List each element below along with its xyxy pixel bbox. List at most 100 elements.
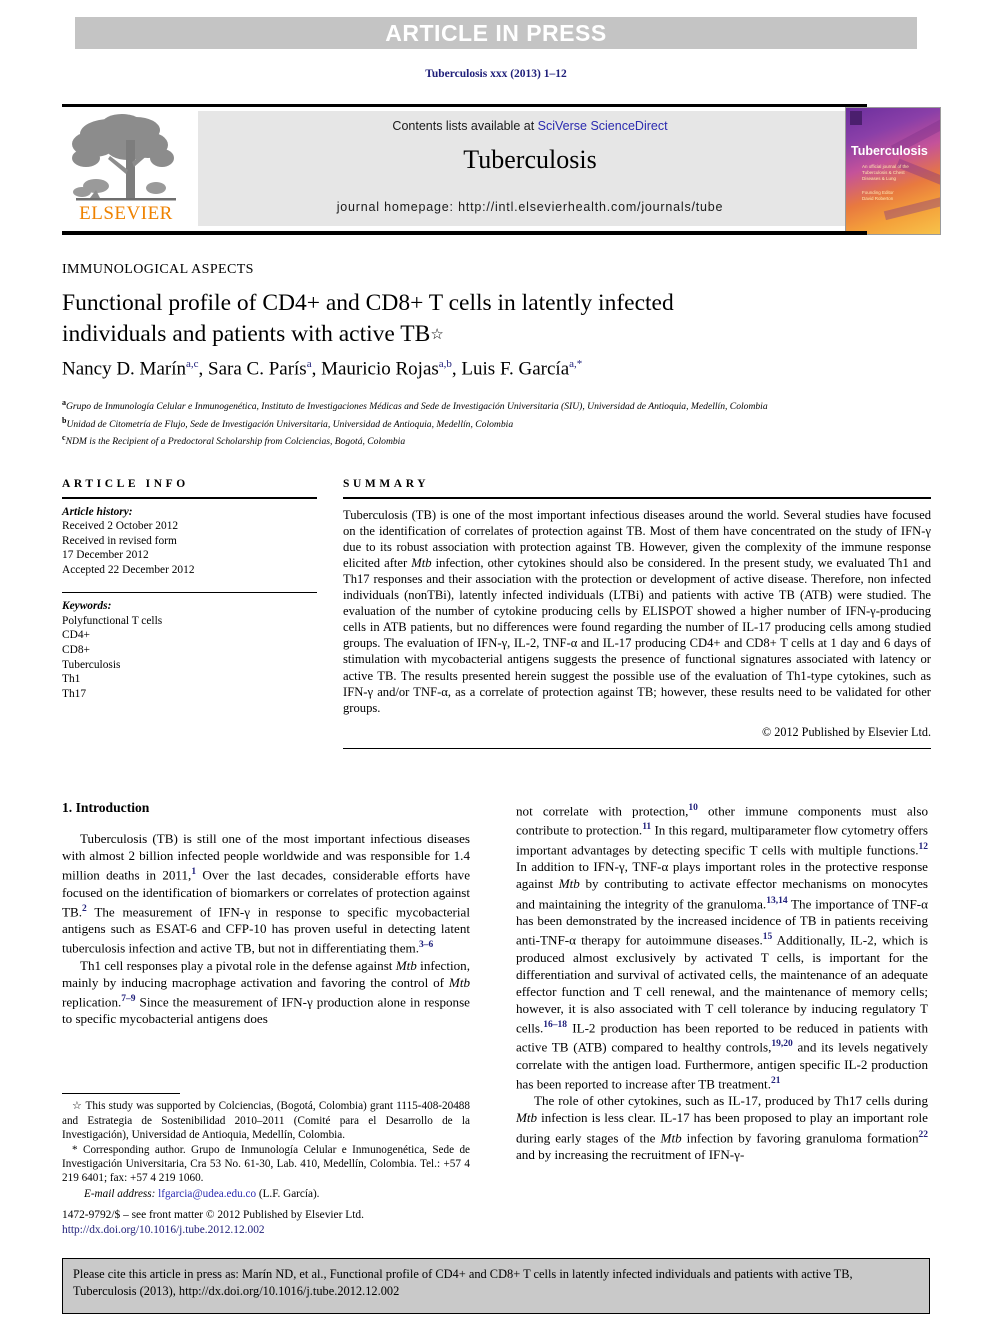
corresponding-email-link[interactable]: lfgarcia@udea.edu.co xyxy=(158,1188,256,1200)
doi-link[interactable]: http://dx.doi.org/10.1016/j.tube.2012.12… xyxy=(62,1223,492,1238)
article-in-press-label: ARTICLE IN PRESS xyxy=(385,19,607,46)
author-affiliation-marker: a,c xyxy=(186,358,199,370)
citation-ref[interactable]: 15 xyxy=(763,932,773,942)
italic-mtb: Mtb xyxy=(558,876,580,892)
affiliation-text: Unidad de Citometría de Flujo, Sede de I… xyxy=(66,418,514,430)
citation-ref[interactable]: 19,20 xyxy=(771,1039,792,1049)
citation-ref[interactable]: 7–9 xyxy=(121,994,135,1004)
author-affiliation-marker: a,* xyxy=(569,358,583,370)
article-history-item: Received 2 October 2012 xyxy=(62,520,179,533)
article-in-press-banner: ARTICLE IN PRESS xyxy=(75,17,917,49)
footnote-email-line: E-mail address: lfgarcia@udea.edu.co (L.… xyxy=(62,1187,470,1201)
cover-elsevier-mark-icon xyxy=(850,111,862,125)
footnote-funding: ☆ This study was supported by Colciencia… xyxy=(62,1099,470,1142)
journal-title: Tuberculosis xyxy=(463,145,597,174)
keyword-item[interactable]: Polyfunctional T cells xyxy=(62,614,317,629)
elsevier-logo: ELSEVIER xyxy=(70,112,182,227)
issn-footer: 1472-9792/$ – see front matter © 2012 Pu… xyxy=(62,1208,492,1238)
body-paragraph: Th1 cell responses play a pivotal role i… xyxy=(62,957,470,1027)
abstract-copyright: © 2012 Published by Elsevier Ltd. xyxy=(761,724,931,739)
footnote-funding-marker: ☆ xyxy=(72,1100,83,1113)
citation-ref[interactable]: 2 xyxy=(82,904,87,914)
footnote-funding-text: This study was supported by Colciencias,… xyxy=(62,1100,470,1141)
abstract-text: Tuberculosis (TB) is one of the most imp… xyxy=(343,499,931,716)
citation-ref[interactable]: 3–6 xyxy=(419,940,433,950)
cover-title: Tuberculosis xyxy=(851,144,928,158)
body-paragraph: Tuberculosis (TB) is still one of the mo… xyxy=(62,831,471,956)
issn-line: 1472-9792/$ – see front matter © 2012 Pu… xyxy=(62,1209,364,1221)
affiliation-item: cNDM is the Recipient of a Predoctoral S… xyxy=(62,431,932,449)
affiliation-item: bUnidad de Citometría de Flujo, Sede de … xyxy=(62,414,932,432)
author-name[interactable]: Mauricio Rojas xyxy=(321,358,439,379)
summary-heading: SUMMARY xyxy=(343,478,430,490)
citation-ref[interactable]: 21 xyxy=(771,1076,781,1086)
keyword-item[interactable]: Tuberculosis xyxy=(62,658,317,673)
keyword-item[interactable]: CD4+ xyxy=(62,628,317,643)
affiliation-text: Grupo de Inmunología Celular e Inmunogen… xyxy=(66,401,768,413)
author-sep: , xyxy=(198,358,209,380)
citation-ref[interactable]: 16–18 xyxy=(543,1020,567,1030)
article-history-block: Article history: Received 2 October 2012… xyxy=(62,499,317,578)
contents-available-line: Contents lists available at SciVerse Sci… xyxy=(198,119,862,133)
keyword-item[interactable]: Th1 xyxy=(62,672,317,687)
summary-bottom-rule xyxy=(343,747,931,750)
citation-notice-box: Please cite this article in press as: Ma… xyxy=(62,1258,930,1314)
journal-cover-thumbnail[interactable]: Tuberculosis An official journal of the T… xyxy=(845,107,941,235)
citation-ref[interactable]: 13,14 xyxy=(766,896,787,906)
italic-mtb: Mtb xyxy=(660,1129,682,1145)
elsevier-wordmark: ELSEVIER xyxy=(79,203,173,224)
footnote-corresponding: * Corresponding author. Grupo de Inmunol… xyxy=(62,1143,470,1186)
body-paragraph: not correlate with protection,10 other i… xyxy=(516,803,929,1092)
contents-box: Contents lists available at SciVerse Sci… xyxy=(198,111,862,226)
summary-column: SUMMARY Tuberculosis (TB) is one of the … xyxy=(343,478,931,750)
title-footnote-marker[interactable]: ☆ xyxy=(430,327,443,343)
citation-ref[interactable]: 22 xyxy=(919,1130,929,1140)
title-line-2: individuals and patients with active TB xyxy=(62,321,431,347)
footnote-block: ☆ This study was supported by Colciencia… xyxy=(62,1093,470,1202)
email-owner: (L.F. García). xyxy=(258,1187,320,1200)
affiliation-list: aGrupo de Inmunología Celular e Inmunoge… xyxy=(62,396,932,449)
running-head: Tuberculosis xxx (2013) 1–12 xyxy=(425,68,567,80)
article-info-column: ARTICLE INFO Article history: Received 2… xyxy=(62,478,317,701)
author-name[interactable]: Nancy D. Marín xyxy=(62,358,186,379)
author-sep: , xyxy=(451,358,462,380)
body-column-left: 1. Introduction Tuberculosis (TB) is sti… xyxy=(62,800,470,1027)
body-paragraph: The role of other cytokines, such as IL-… xyxy=(516,1093,929,1163)
citation-ref[interactable]: 11 xyxy=(642,822,651,832)
footnote-corresponding-marker: * xyxy=(72,1143,78,1156)
article-history-item: 17 December 2012 xyxy=(62,549,149,562)
abstract-italic-mtb: Mtb xyxy=(411,555,432,570)
italic-mtb: Mtb xyxy=(448,974,470,990)
author-name[interactable]: Sara C. París xyxy=(208,358,307,379)
citation-ref[interactable]: 1 xyxy=(191,867,196,877)
affiliation-item: aGrupo de Inmunología Celular e Inmunoge… xyxy=(62,396,932,414)
contents-prefix: Contents lists available at xyxy=(392,119,538,133)
italic-mtb: Mtb xyxy=(516,1110,538,1126)
author-list: Nancy D. Marína,c, Sara C. Parísa, Mauri… xyxy=(62,358,892,380)
body-column-right: not correlate with protection,10 other i… xyxy=(516,800,928,1163)
author-affiliation-marker: a,b xyxy=(438,358,452,370)
elsevier-tree-icon xyxy=(72,114,176,201)
italic-mtb: Mtb xyxy=(395,957,417,973)
journal-homepage-line[interactable]: journal homepage: http://intl.elsevierhe… xyxy=(198,200,862,214)
journal-masthead: ELSEVIER Contents lists available at Sci… xyxy=(62,104,941,235)
keyword-item[interactable]: CD8+ xyxy=(62,643,317,658)
sciencedirect-link[interactable]: SciVerse ScienceDirect xyxy=(538,119,668,133)
article-info-heading: ARTICLE INFO xyxy=(62,478,189,490)
masthead-top-rule xyxy=(62,104,867,107)
article-history-label: Article history: xyxy=(62,505,133,518)
article-section-label: IMMUNOLOGICAL ASPECTS xyxy=(62,262,254,277)
keyword-item[interactable]: Th17 xyxy=(62,687,317,702)
abstract-part-2: infection, other cytokines should also b… xyxy=(343,555,931,715)
citation-ref[interactable]: 10 xyxy=(688,803,698,813)
footnote-rule xyxy=(62,1093,180,1095)
cover-editor-line-2: Founding Editor David Roberton xyxy=(862,190,894,201)
affiliation-text: NDM is the Recipient of a Predoctoral Sc… xyxy=(65,436,406,448)
email-address-label: E-mail address: xyxy=(84,1187,156,1200)
author-name[interactable]: Luis F. García xyxy=(461,358,569,379)
masthead-bottom-rule xyxy=(62,231,867,235)
footnote-corresponding-text: Corresponding author. Grupo de Inmunolog… xyxy=(62,1143,471,1185)
citation-ref[interactable]: 12 xyxy=(919,842,929,852)
keywords-block: Keywords: Polyfunctional T cells CD4+ CD… xyxy=(62,593,317,701)
article-history-item: Accepted 22 December 2012 xyxy=(62,563,195,576)
